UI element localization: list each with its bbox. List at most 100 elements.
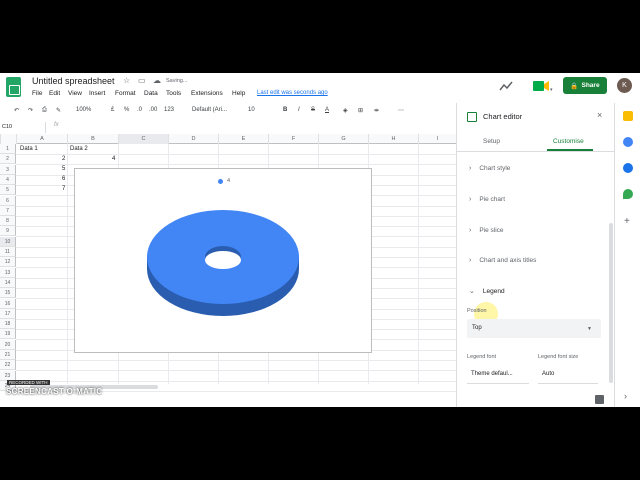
column-header-f[interactable]: F	[268, 134, 318, 144]
legend-font-size-select[interactable]: Auto	[538, 365, 598, 384]
tab-customise[interactable]: Customise	[553, 138, 584, 145]
row-header-8[interactable]: 8	[0, 216, 16, 227]
menu-view[interactable]: View	[68, 90, 82, 97]
currency-button[interactable]: £	[111, 107, 114, 113]
sheets-logo-icon[interactable]	[6, 77, 21, 97]
section-chart-axis-titles[interactable]: › Chart and axis titles	[469, 257, 536, 264]
sheet-grid[interactable]: A B C D E F G H I 1 2 3 4 5 6 7 8 9 10 11 12 13 14 15 1…	[0, 134, 456, 407]
column-header-i[interactable]: I	[418, 134, 456, 144]
italic-button[interactable]: I	[298, 107, 300, 113]
cell-b4[interactable]: 6	[62, 176, 65, 182]
expand-panel-icon[interactable]: ›	[624, 391, 627, 401]
column-header-e[interactable]: E	[218, 134, 268, 144]
panel-scrollbar[interactable]	[609, 223, 613, 383]
row-header-3[interactable]: 3	[0, 164, 16, 175]
menu-help[interactable]: Help	[232, 90, 245, 97]
activity-trend-icon[interactable]	[498, 79, 514, 93]
menu-format[interactable]: Format	[115, 90, 136, 97]
undo-icon[interactable]: ↶	[14, 107, 19, 114]
row-header-16[interactable]: 16	[0, 298, 16, 309]
cell-c2[interactable]: 4	[112, 156, 115, 162]
row-header-11[interactable]: 11	[0, 247, 16, 257]
row-header-5[interactable]: 5	[0, 185, 16, 196]
row-header-7[interactable]: 7	[0, 205, 16, 216]
avatar[interactable]: K	[617, 78, 632, 93]
keep-icon[interactable]	[623, 111, 633, 121]
row-header-17[interactable]: 17	[0, 308, 16, 319]
percent-button[interactable]: %	[124, 107, 129, 113]
tab-setup[interactable]: Setup	[483, 138, 500, 145]
row-header-19[interactable]: 19	[0, 329, 16, 340]
menu-edit[interactable]: Edit	[49, 90, 60, 97]
name-box[interactable]: C10	[0, 122, 46, 133]
row-header-18[interactable]: 18	[0, 319, 16, 330]
tasks-icon[interactable]	[623, 137, 633, 147]
column-header-b[interactable]: B	[67, 134, 118, 144]
cell-a1[interactable]: Data 1	[20, 146, 38, 152]
cell-b1[interactable]: Data 2	[70, 146, 88, 152]
strikethrough-button[interactable]: S	[311, 107, 315, 113]
column-header-g[interactable]: G	[318, 134, 368, 144]
font-size-select[interactable]: 10	[248, 107, 255, 113]
redo-icon[interactable]: ↷	[28, 107, 33, 114]
menu-extensions[interactable]: Extensions	[191, 90, 223, 97]
cell-b2[interactable]: 2	[62, 156, 65, 162]
menu-tools[interactable]: Tools	[166, 90, 181, 97]
close-icon[interactable]: ×	[597, 110, 602, 120]
more-formats-button[interactable]: 123	[164, 107, 174, 113]
row-header-21[interactable]: 21	[0, 350, 16, 360]
chart-container[interactable]: 4	[74, 168, 372, 353]
row-header-20[interactable]: 20	[0, 339, 16, 350]
menu-file[interactable]: File	[32, 90, 42, 97]
explore-icon[interactable]	[595, 395, 604, 404]
donut-slice[interactable]	[147, 210, 299, 316]
zoom-select[interactable]: 100%	[76, 107, 91, 113]
section-pie-chart[interactable]: › Pie chart	[469, 196, 505, 203]
row-header-14[interactable]: 14	[0, 277, 16, 288]
column-header-d[interactable]: D	[168, 134, 218, 144]
paint-format-icon[interactable]: ✎	[56, 107, 61, 114]
last-edit-link[interactable]: Last edit was seconds ago	[257, 90, 328, 96]
doc-title[interactable]: Untitled spreadsheet	[32, 76, 115, 86]
section-legend[interactable]: ⌄ Legend	[469, 287, 505, 296]
fill-color-icon[interactable]: ◈	[343, 107, 348, 114]
column-header-a[interactable]: A	[16, 134, 67, 144]
move-folder-icon[interactable]: ▭	[138, 76, 146, 85]
contacts-icon[interactable]	[623, 163, 633, 173]
font-select[interactable]: Default (Ari...	[192, 107, 227, 113]
bold-button[interactable]: B	[283, 107, 287, 113]
merge-icon[interactable]: ⇹	[374, 107, 379, 114]
maps-icon[interactable]	[623, 189, 633, 199]
row-header-12[interactable]: 12	[0, 257, 16, 268]
more-button[interactable]: ⋯	[398, 107, 404, 114]
row-header-2[interactable]: 2	[0, 154, 16, 165]
row-header-10[interactable]: 10	[0, 236, 16, 247]
row-header-13[interactable]: 13	[0, 267, 16, 278]
column-header-h[interactable]: H	[368, 134, 418, 144]
row-header-22[interactable]: 22	[0, 360, 16, 371]
section-chart-style[interactable]: › Chart style	[469, 165, 510, 172]
section-pie-slice[interactable]: › Pie slice	[469, 227, 504, 234]
meet-icon[interactable]: ▾	[531, 79, 553, 93]
print-icon[interactable]: ⎙	[42, 107, 47, 114]
row-header-1[interactable]: 1	[0, 144, 16, 154]
row-header-4[interactable]: 4	[0, 174, 16, 185]
decrease-decimal-button[interactable]: .0	[137, 107, 142, 113]
menu-data[interactable]: Data	[144, 90, 158, 97]
row-header-6[interactable]: 6	[0, 195, 16, 206]
add-addon-icon[interactable]: +	[624, 216, 630, 227]
menu-insert[interactable]: Insert	[89, 90, 105, 97]
column-header-c[interactable]: C	[118, 134, 168, 144]
borders-icon[interactable]: ⊞	[358, 107, 363, 114]
star-icon[interactable]: ☆	[123, 76, 130, 85]
row-header-9[interactable]: 9	[0, 226, 16, 237]
cell-b5[interactable]: 7	[62, 186, 65, 192]
legend-font-select[interactable]: Theme defaul...	[467, 365, 529, 384]
select-all-corner[interactable]	[0, 134, 16, 144]
share-button[interactable]: 🔒 Share	[563, 77, 607, 94]
text-color-button[interactable]: A	[325, 107, 329, 113]
row-header-15[interactable]: 15	[0, 288, 16, 299]
increase-decimal-button[interactable]: .00	[149, 107, 157, 113]
position-select[interactable]: Top	[467, 319, 601, 338]
cell-b3[interactable]: 5	[62, 166, 65, 172]
